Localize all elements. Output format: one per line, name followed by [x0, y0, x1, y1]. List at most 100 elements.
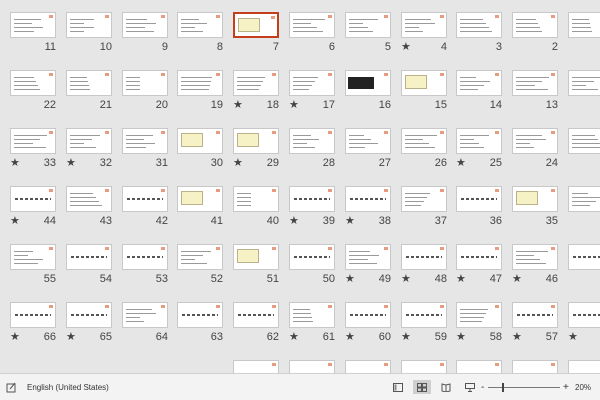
slide-preview[interactable] [456, 12, 502, 38]
slide-preview[interactable] [177, 244, 223, 270]
slide-thumbnail[interactable]: 45 [568, 244, 600, 304]
slide-thumbnail[interactable]: ★ 25 [456, 128, 502, 188]
slide-sorter-button[interactable] [413, 380, 431, 394]
slide-preview[interactable] [345, 128, 391, 154]
slide-thumbnail[interactable]: 5 [345, 12, 391, 72]
slide-preview[interactable] [345, 186, 391, 212]
slide-thumbnail[interactable]: 15 [401, 70, 447, 130]
notes-icon[interactable] [6, 374, 17, 400]
transition-star-icon[interactable]: ★ [345, 273, 355, 285]
transition-star-icon[interactable]: ★ [401, 273, 411, 285]
slide-preview[interactable] [289, 186, 335, 212]
slide-thumbnail[interactable]: 20 [122, 70, 168, 130]
transition-star-icon[interactable]: ★ [10, 331, 20, 343]
transition-star-icon[interactable]: ★ [456, 331, 466, 343]
slide-preview[interactable] [568, 302, 600, 328]
slide-preview[interactable] [289, 360, 335, 373]
slide-preview[interactable] [512, 128, 558, 154]
transition-star-icon[interactable]: ★ [10, 157, 20, 169]
slide-preview[interactable] [66, 128, 112, 154]
slide-preview[interactable] [289, 128, 335, 154]
slide-preview[interactable] [122, 186, 168, 212]
slide-thumbnail[interactable]: 14 [456, 70, 502, 130]
transition-star-icon[interactable]: ★ [456, 273, 466, 285]
slide-thumbnail[interactable]: 34 [568, 186, 600, 246]
slide-thumbnail[interactable]: ★ 58 [456, 302, 502, 362]
slide-preview[interactable] [177, 302, 223, 328]
slide-preview[interactable] [512, 302, 558, 328]
slide-thumbnail[interactable]: ★ 66 [10, 302, 56, 362]
slide-preview[interactable] [345, 302, 391, 328]
slide-preview[interactable] [456, 360, 502, 373]
slide-thumbnail[interactable]: ★ 44 [10, 186, 56, 246]
slide-thumbnail[interactable]: 30 [177, 128, 223, 188]
slide-thumbnail[interactable]: 11 [10, 12, 56, 72]
slide-preview[interactable] [233, 244, 279, 270]
slide-preview[interactable] [401, 70, 447, 96]
slide-thumbnail[interactable]: ★ 60 [345, 302, 391, 362]
slide-preview[interactable] [456, 302, 502, 328]
slide-thumbnail[interactable]: 9 [122, 12, 168, 72]
slide-preview[interactable] [401, 186, 447, 212]
slide-preview[interactable] [10, 70, 56, 96]
slide-preview[interactable] [177, 186, 223, 212]
slide-preview[interactable] [66, 70, 112, 96]
slide-preview[interactable] [456, 244, 502, 270]
slide-preview[interactable] [233, 70, 279, 96]
slide-preview[interactable] [568, 128, 600, 154]
slide-preview[interactable] [512, 70, 558, 96]
slide-preview[interactable] [289, 70, 335, 96]
slide-thumbnail[interactable]: 26 [401, 128, 447, 188]
slide-thumbnail[interactable]: 10 [66, 12, 112, 72]
slide-thumbnail[interactable]: 28 [289, 128, 335, 188]
transition-star-icon[interactable]: ★ [289, 99, 299, 111]
slide-preview[interactable] [401, 360, 447, 373]
slide-thumbnail[interactable]: ★ 57 [512, 302, 558, 362]
zoom-in-button[interactable]: + [563, 374, 569, 400]
slide-preview[interactable] [122, 70, 168, 96]
slide-preview[interactable] [345, 70, 391, 96]
slide-thumbnail[interactable]: ★ 48 [401, 244, 447, 304]
slide-thumbnail[interactable]: 1 [568, 12, 600, 72]
slide-preview[interactable] [568, 244, 600, 270]
slide-thumbnail[interactable]: 16 [345, 70, 391, 130]
slide-thumbnail[interactable]: 12 [568, 70, 600, 130]
slide-thumbnail[interactable]: 2 [512, 12, 558, 72]
transition-star-icon[interactable]: ★ [66, 157, 76, 169]
slide-preview[interactable] [401, 302, 447, 328]
slide-thumbnail-partial[interactable] [345, 360, 391, 373]
slide-preview[interactable] [345, 244, 391, 270]
slide-thumbnail[interactable]: ★ 59 [401, 302, 447, 362]
slide-preview[interactable] [401, 244, 447, 270]
slide-thumbnail[interactable]: 64 [122, 302, 168, 362]
language-status[interactable]: English (United States) [27, 374, 109, 400]
slide-preview[interactable] [122, 302, 168, 328]
slide-thumbnail[interactable]: 13 [512, 70, 558, 130]
slide-preview[interactable] [345, 12, 391, 38]
zoom-slider-thumb[interactable] [502, 383, 504, 392]
slide-preview[interactable] [177, 70, 223, 96]
slide-thumbnail[interactable]: 54 [66, 244, 112, 304]
slide-thumbnail[interactable]: 41 [177, 186, 223, 246]
slide-preview[interactable] [289, 12, 335, 38]
slide-thumbnail[interactable]: 43 [66, 186, 112, 246]
slide-preview[interactable] [345, 360, 391, 373]
slide-thumbnail[interactable]: ★ 39 [289, 186, 335, 246]
transition-star-icon[interactable]: ★ [512, 273, 522, 285]
slide-thumbnail[interactable]: 40 [233, 186, 279, 246]
slide-thumbnail[interactable]: 27 [345, 128, 391, 188]
transition-star-icon[interactable]: ★ [512, 331, 522, 343]
slide-preview[interactable] [66, 186, 112, 212]
slide-thumbnail[interactable]: ★ 18 [233, 70, 279, 130]
slide-preview[interactable] [177, 128, 223, 154]
slide-preview[interactable] [233, 302, 279, 328]
slide-preview[interactable] [122, 12, 168, 38]
transition-star-icon[interactable]: ★ [66, 331, 76, 343]
slide-thumbnail[interactable]: ★ 33 [10, 128, 56, 188]
slide-thumbnail[interactable]: ★ 29 [233, 128, 279, 188]
slide-preview[interactable] [10, 186, 56, 212]
transition-star-icon[interactable]: ★ [456, 157, 466, 169]
slide-thumbnail[interactable]: 53 [122, 244, 168, 304]
slide-thumbnail-partial[interactable] [568, 360, 600, 373]
slide-thumbnail[interactable]: ★ 46 [512, 244, 558, 304]
